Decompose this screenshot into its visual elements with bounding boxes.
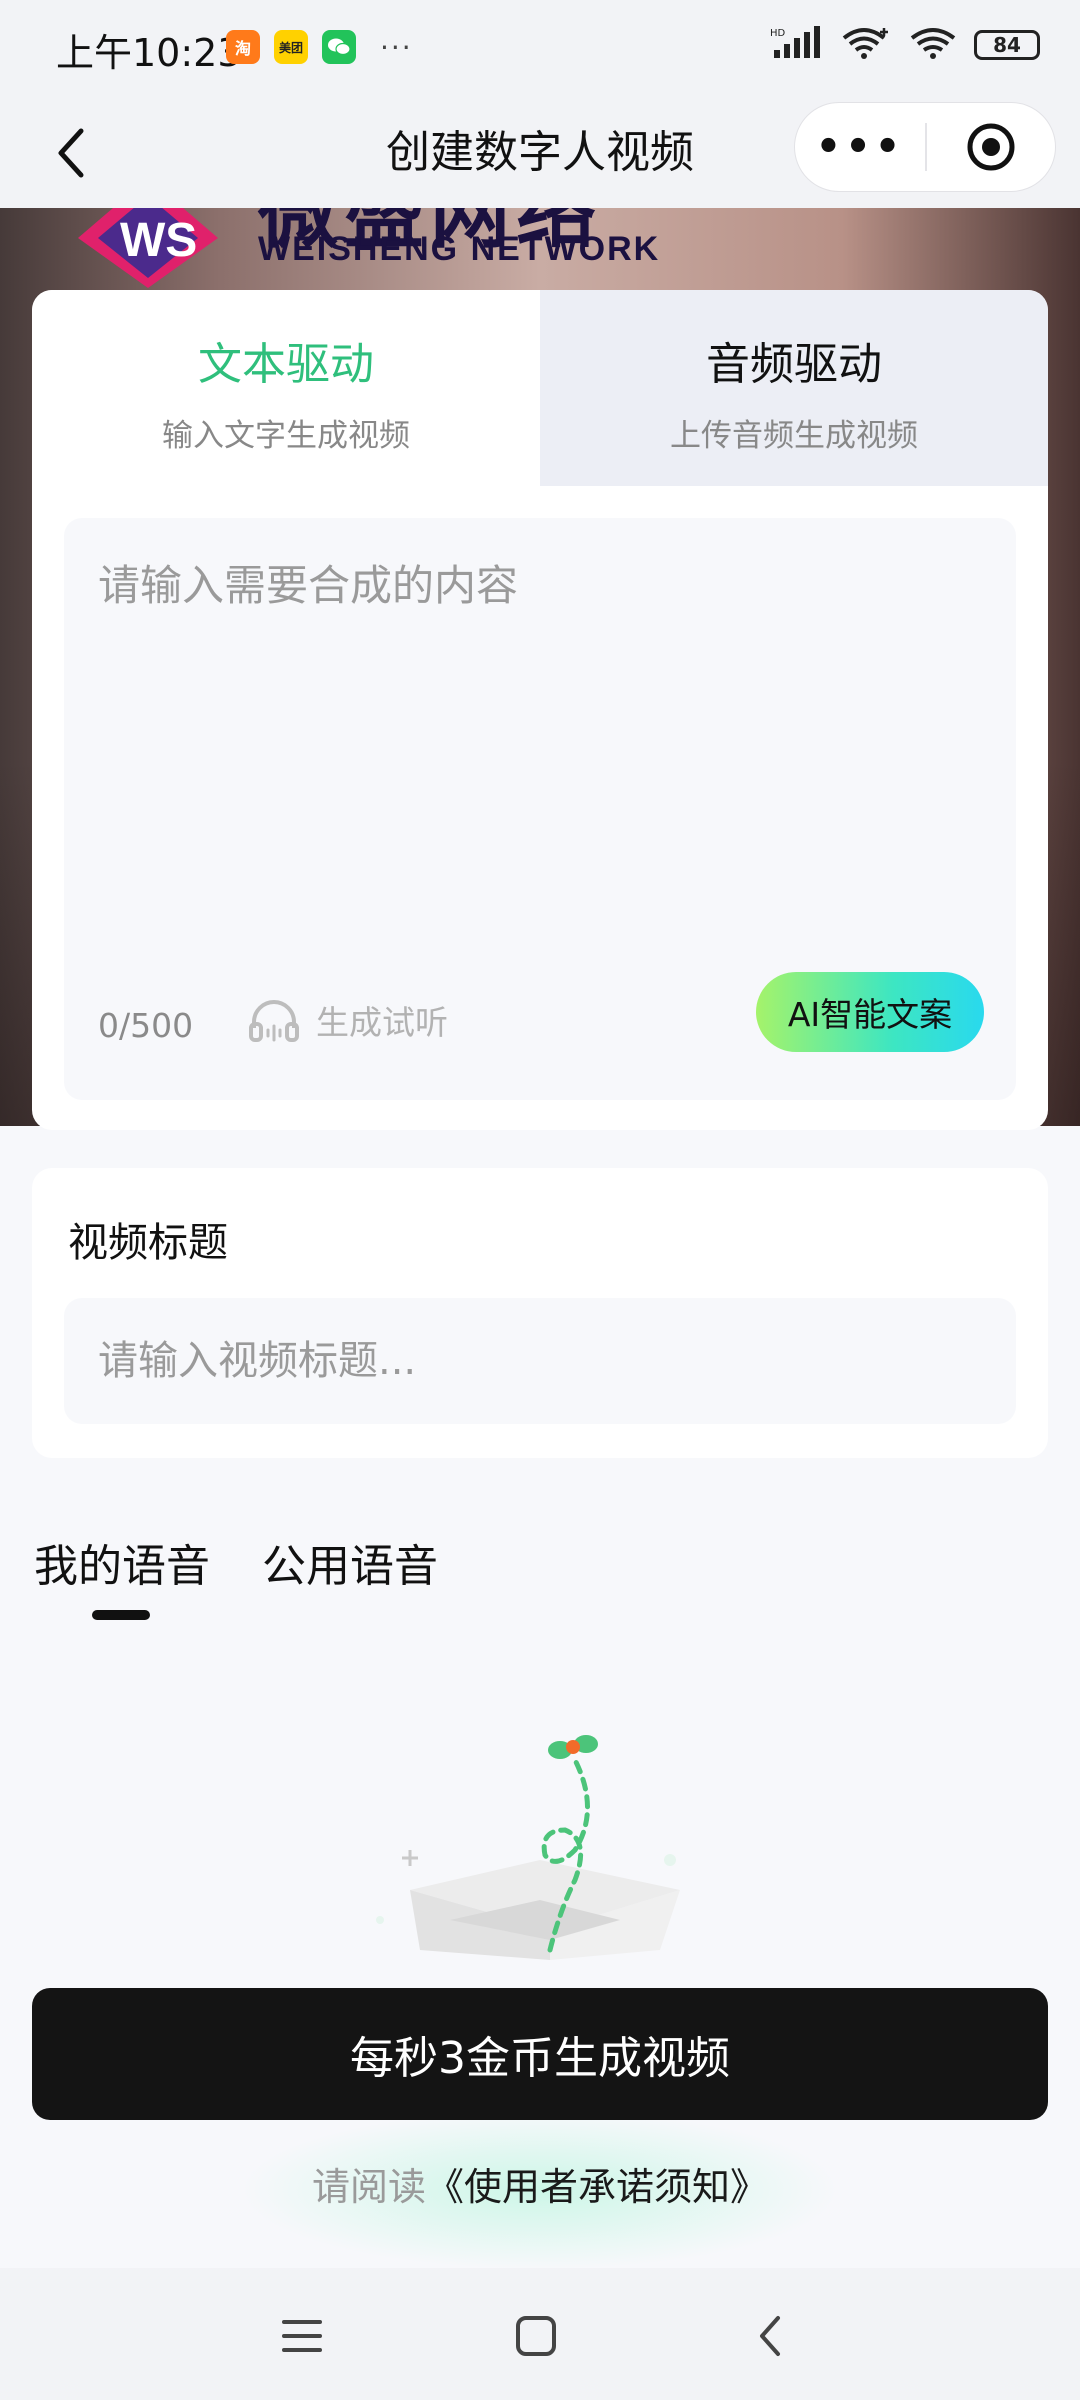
- miniprogram-capsule: •••: [794, 102, 1056, 192]
- content-input-box: 0/500 生成试听 AI智能文案: [64, 518, 1016, 1100]
- svg-text:WS: WS: [120, 214, 197, 267]
- system-nav-bar: [0, 2268, 1080, 2400]
- tab-title: 音频驱动: [706, 339, 882, 390]
- wifi-plus-icon: [840, 26, 892, 64]
- video-title-input[interactable]: [98, 1298, 978, 1424]
- more-button[interactable]: •••: [795, 127, 925, 167]
- voice-tabs: 我的语音 公用语音: [34, 1530, 438, 1594]
- home-button[interactable]: [504, 2304, 568, 2368]
- close-miniprogram-button[interactable]: [927, 121, 1055, 173]
- meituan-icon: 美团: [274, 30, 308, 64]
- tab-my-voice[interactable]: 我的语音: [34, 1530, 210, 1594]
- tab-title: 文本驱动: [198, 339, 374, 390]
- chevron-left-icon: [760, 2316, 780, 2356]
- empty-box-illustration: [376, 1735, 680, 1960]
- status-time: 上午10:23: [56, 31, 242, 75]
- status-more-icon: ···: [380, 30, 413, 64]
- video-title-field: [64, 1298, 1016, 1424]
- tab-public-voice[interactable]: 公用语音: [262, 1530, 438, 1594]
- system-back-button[interactable]: [738, 2304, 802, 2368]
- agreement-prefix: 请阅读: [311, 2165, 426, 2209]
- preview-listen-label: 生成试听: [316, 1003, 448, 1042]
- svg-text:HD: HD: [770, 28, 786, 39]
- ws-logo-icon: WS: [78, 208, 218, 288]
- ai-copywriting-button[interactable]: AI智能文案: [756, 972, 984, 1052]
- menu-icon: [282, 2320, 322, 2352]
- status-right-icons: HD 84: [770, 26, 1040, 64]
- battery-icon: 84: [974, 30, 1040, 60]
- tab-text-drive[interactable]: 文本驱动 输入文字生成视频: [32, 290, 540, 486]
- tab-subtitle: 上传音频生成视频: [670, 418, 918, 454]
- content-card: 文本驱动 输入文字生成视频 音频驱动 上传音频生成视频 0/500 生成试听 A…: [32, 290, 1048, 1130]
- wifi-icon: [910, 26, 956, 64]
- tab-subtitle: 输入文字生成视频: [162, 418, 410, 454]
- recent-apps-button[interactable]: [270, 2304, 334, 2368]
- square-icon: [516, 2316, 556, 2356]
- target-icon: [967, 123, 1015, 171]
- video-title-card: 视频标题: [32, 1168, 1048, 1458]
- content-textarea[interactable]: [98, 552, 978, 932]
- active-tab-indicator: [92, 1610, 150, 1620]
- video-title-label: 视频标题: [68, 1220, 228, 1266]
- agreement-link[interactable]: 《使用者承诺须知》: [426, 2165, 768, 2209]
- signal-icon: HD: [770, 26, 822, 64]
- taobao-icon: 淘: [226, 30, 260, 64]
- char-counter: 0/500: [98, 1006, 194, 1045]
- page: 上午10:23 淘 美团 ··· HD 84 创建数字人视频 ••• WS 微盛…: [0, 0, 1080, 2400]
- agreement-notice: 请阅读《使用者承诺须知》: [0, 2156, 1080, 2211]
- nav-bar: 创建数字人视频 •••: [0, 96, 1080, 208]
- headphones-icon: [249, 1000, 299, 1042]
- logo-english-text: WEISHENG NETWORK: [258, 230, 661, 268]
- status-app-icons: 淘 美团 ···: [226, 30, 413, 64]
- preview-listen-button[interactable]: 生成试听: [248, 996, 448, 1044]
- wechat-icon: [322, 30, 356, 64]
- generate-video-button[interactable]: 每秒3金币生成视频: [32, 1988, 1048, 2120]
- tab-audio-drive[interactable]: 音频驱动 上传音频生成视频: [540, 290, 1048, 486]
- status-bar: 上午10:23 淘 美团 ··· HD 84: [0, 0, 1080, 96]
